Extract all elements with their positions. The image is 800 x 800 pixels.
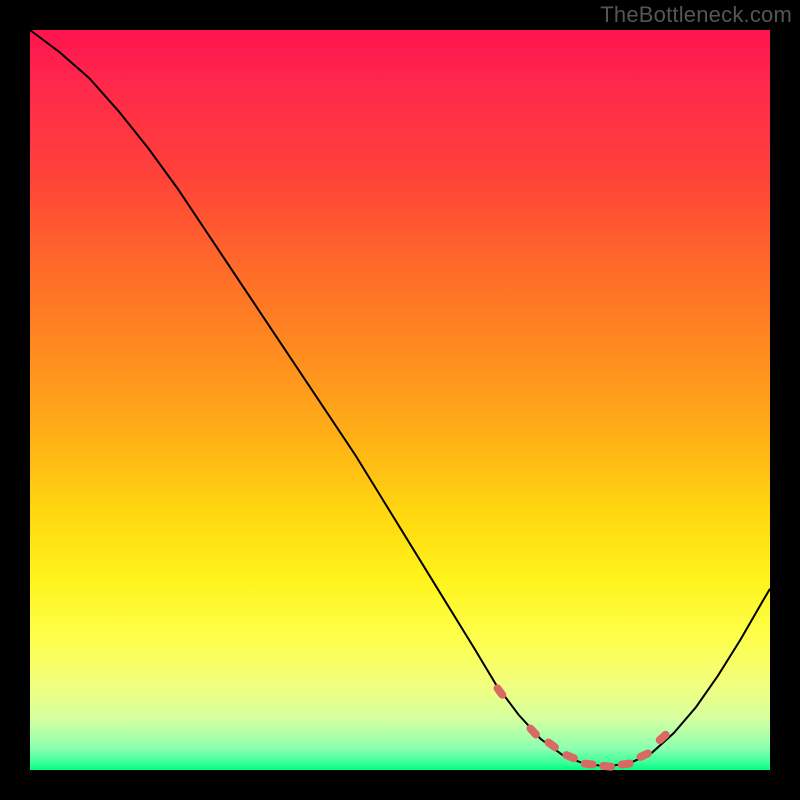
bottleneck-chart-figure: TheBottleneck.com [0, 0, 800, 800]
highlighted-points-group [492, 683, 671, 771]
chart-overlay-svg [30, 30, 770, 770]
bottleneck-curve-line [30, 30, 770, 766]
highlighted-point [617, 759, 634, 769]
highlighted-point [599, 762, 616, 772]
watermark-text: TheBottleneck.com [600, 2, 792, 28]
highlighted-point [580, 759, 597, 769]
